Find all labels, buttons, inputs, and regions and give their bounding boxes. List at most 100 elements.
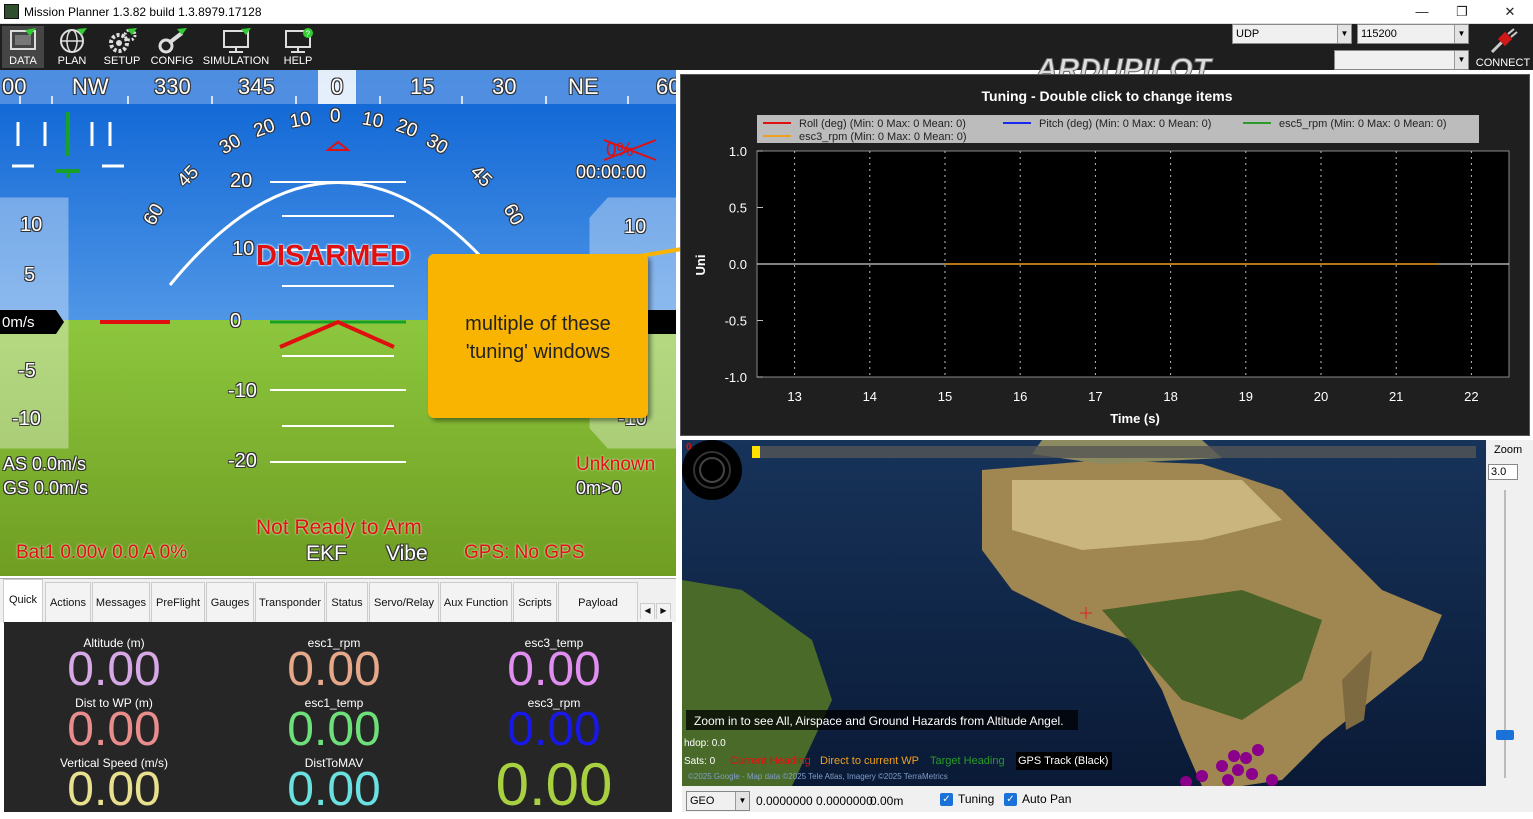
quick-item[interactable]: esc3_temp 0.00 (444, 630, 664, 696)
quick-item[interactable]: Altitude (m) 0.00 (4, 630, 224, 696)
map-status-bar: GEO ▼ 0.0000000 0.0000000 0.00m ✓ Tuning … (682, 786, 1533, 812)
tab-payload-control[interactable]: Payload Control (558, 582, 638, 649)
flight-timer: 00:00:00 (576, 162, 647, 182)
menu-config[interactable]: CONFIG (148, 26, 196, 68)
heading-label: 330 (154, 74, 191, 99)
y-tick-label: -0.5 (725, 314, 747, 329)
x-tick-label: 16 (1013, 389, 1027, 404)
map-coordinates: 0.0000000 0.0000000 (756, 794, 873, 808)
quick-item[interactable]: Dist to WP (m) 0.00 (4, 690, 224, 756)
map-copyright: ©2025 Google - Map data ©2025 Tele Atlas… (688, 772, 948, 781)
zoom-panel: Zoom 3.0 (1486, 440, 1533, 786)
zoom-input[interactable]: 3.0 (1488, 464, 1518, 480)
tab-scroll-left-icon[interactable]: ◀ (640, 603, 655, 619)
map-scrubber-handle[interactable] (752, 446, 760, 458)
y-tick-label: -1.0 (725, 370, 747, 385)
gears-icon (109, 28, 137, 53)
tab-messages[interactable]: Messages (92, 582, 150, 622)
map-view[interactable]: 0 Zoom in to see All, Airspace and Groun… (682, 440, 1486, 786)
quick-item[interactable]: esc1_rpm 0.00 (224, 630, 444, 696)
roll-label: 10 (288, 108, 313, 133)
map-scrubber[interactable] (752, 446, 1476, 458)
data-icon (10, 28, 36, 50)
tab-aux-function[interactable]: Aux Function (440, 582, 512, 622)
heading-label: 15 (410, 74, 435, 99)
zoom-slider-handle[interactable] (1496, 730, 1514, 740)
legend-entry-esc5: esc5_rpm (Min: 0 Max: 0 Mean: 0) (1279, 118, 1447, 130)
close-button[interactable]: ✕ (1490, 2, 1530, 22)
legend-direct-wp: Direct to current WP (820, 755, 920, 767)
tuning-chart[interactable]: Tuning - Double click to change items Ro… (681, 75, 1531, 437)
roll-label: 0 (330, 106, 341, 127)
tab-status[interactable]: Status (326, 582, 368, 622)
heading-label: 30 (492, 74, 517, 99)
roll-label: 10 (360, 108, 385, 133)
sats-readout: Sats: 0 (684, 756, 716, 767)
pitch-label: 20 (230, 170, 253, 192)
heading-label: 0 (331, 74, 344, 99)
menu-help[interactable]: ? HELP (276, 26, 320, 68)
menu-plan[interactable]: PLAN (50, 26, 94, 68)
wrench-icon (158, 28, 187, 54)
quick-item[interactable]: esc3_rpm 0.00 (444, 690, 664, 756)
autopan-checkbox[interactable]: ✓ (1004, 793, 1017, 806)
menu-data[interactable]: DATA (2, 26, 44, 68)
armed-status: DISARMED (256, 240, 411, 272)
legend-entry-roll: Roll (deg) (Min: 0 Max: 0 Mean: 0) (799, 118, 966, 130)
plug-icon (1490, 28, 1518, 54)
chevron-down-icon: ▼ (735, 792, 749, 810)
tab-preflight[interactable]: PreFlight (151, 582, 205, 622)
x-tick-label: 17 (1088, 389, 1102, 404)
quick-item[interactable]: esc1_temp 0.00 (224, 690, 444, 756)
svg-text:?: ? (306, 30, 311, 39)
tuning-checkbox[interactable]: ✓ (940, 793, 953, 806)
vibe-indicator[interactable]: Vibe (386, 542, 428, 566)
speed-label: 10 (20, 214, 43, 236)
quick-item[interactable]: DistToMAV 0.00 (224, 750, 444, 816)
tuning-checkbox-label: Tuning (958, 792, 995, 806)
x-axis-label: Time (s) (1110, 411, 1160, 426)
pitch-label: 0 (230, 310, 242, 332)
legend-target-heading: Target Heading (930, 755, 1005, 767)
minimize-button[interactable]: — (1402, 2, 1442, 22)
y-tick-label: 0.5 (729, 201, 747, 216)
ekf-indicator[interactable]: EKF (306, 542, 347, 566)
y-tick-label: 1.0 (729, 144, 747, 159)
x-tick-label: 19 (1239, 389, 1253, 404)
battery-readout: Bat1 0.00v 0.0 A 0% (16, 542, 188, 563)
restore-button[interactable]: ❐ (1442, 2, 1482, 22)
quick-item[interactable]: 0.00 (444, 744, 664, 818)
help-monitor-icon: ? (285, 28, 313, 53)
connect-button[interactable]: CONNECT (1474, 28, 1532, 70)
link-select[interactable]: ▼ (1334, 50, 1469, 70)
baud-select[interactable]: 115200 ▼ (1357, 24, 1469, 44)
tab-gauges[interactable]: Gauges (206, 582, 254, 622)
x-tick-label: 21 (1389, 389, 1403, 404)
heading-label: 345 (238, 74, 275, 99)
tuning-chart-panel[interactable]: Tuning - Double click to change items Ro… (680, 74, 1530, 436)
map-notice: Zoom in to see All, Airspace and Ground … (694, 714, 1064, 728)
x-tick-label: 15 (938, 389, 952, 404)
tab-scroll-right-icon[interactable]: ▶ (656, 603, 671, 619)
pitch-label: -20 (228, 450, 257, 472)
quick-panel: Altitude (m) 0.00 esc1_rpm 0.00 esc3_temp 0… (4, 622, 672, 818)
coord-type-select[interactable]: GEO ▼ (686, 791, 750, 811)
menu-setup[interactable]: SETUP (100, 26, 144, 68)
quick-item[interactable]: Vertical Speed (m/s) 0.00 (4, 750, 224, 816)
port-select[interactable]: UDP ▼ (1232, 24, 1352, 44)
tab-quick[interactable]: Quick (3, 579, 43, 623)
map-counter: 0 (686, 442, 692, 453)
window-title: Mission Planner 1.3.82 build 1.3.8979.17… (24, 5, 262, 19)
tab-servo-relay[interactable]: Servo/Relay (369, 582, 439, 622)
menu-simulation[interactable]: SIMULATION (200, 26, 272, 68)
satellite-map[interactable] (682, 440, 1486, 786)
chevron-down-icon: ▼ (1454, 51, 1468, 69)
tab-transponder[interactable]: Transponder (255, 582, 325, 622)
legend-entry-pitch: Pitch (deg) (Min: 0 Max: 0 Mean: 0) (1039, 118, 1211, 130)
groundspeed-readout: GS 0.0m/s (3, 478, 89, 498)
pitch-label: -10 (228, 380, 257, 402)
tab-actions[interactable]: Actions (45, 582, 91, 622)
tab-scripts[interactable]: Scripts (513, 582, 557, 622)
legend-current-heading: Current Heading (730, 755, 811, 767)
heading-label: 60 (656, 74, 676, 99)
